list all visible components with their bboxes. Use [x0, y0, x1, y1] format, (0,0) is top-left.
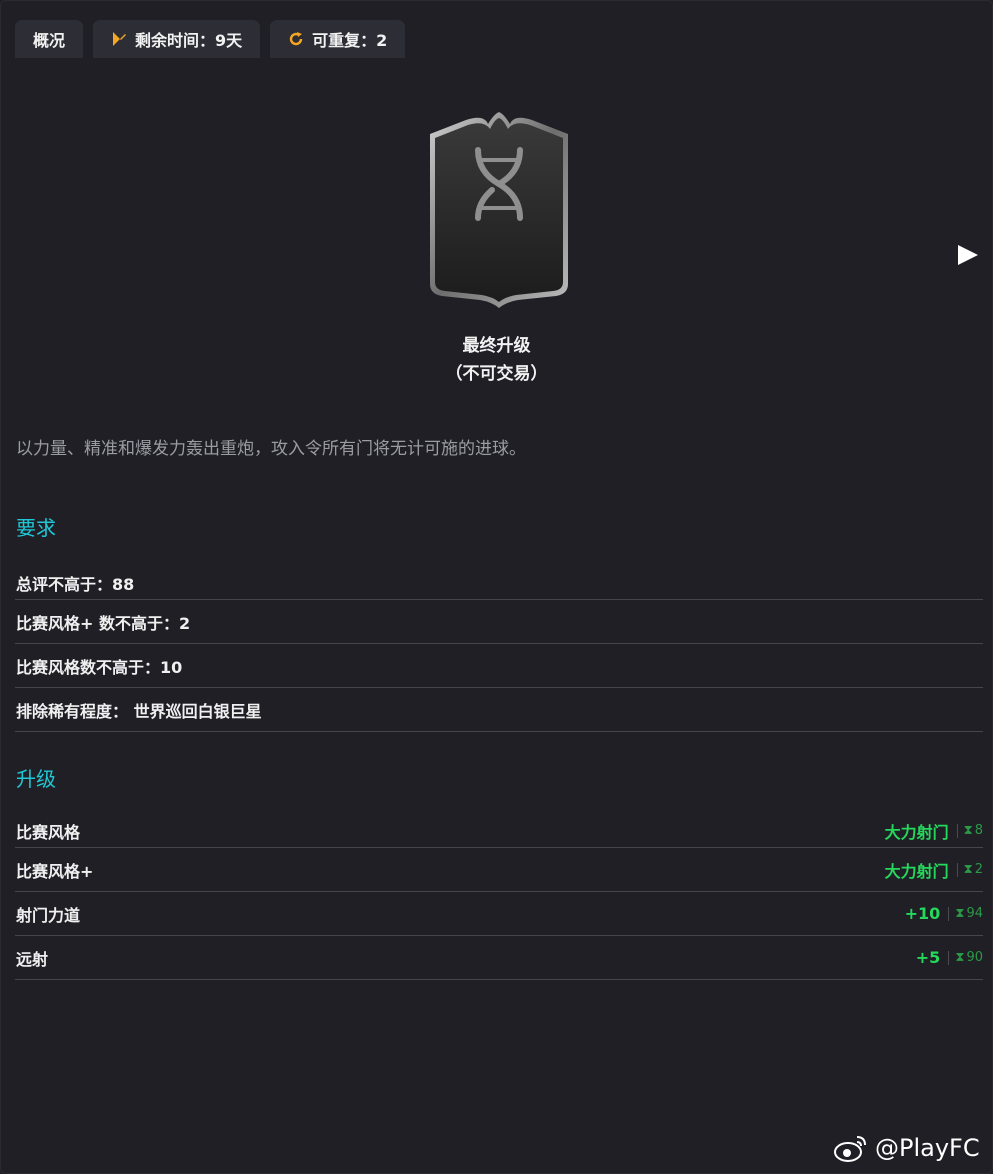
hourglass-icon: ⧗: [963, 862, 973, 877]
tab-repeatable[interactable]: 可重复：2: [270, 20, 406, 58]
upgrade-cap: 2: [974, 862, 983, 877]
pencil-flag-icon: [113, 32, 127, 46]
refresh-icon: [289, 32, 303, 46]
tab-overview[interactable]: 概况: [15, 20, 84, 58]
requirement-row: 排除稀有程度： 世界巡回白银巨星: [15, 688, 983, 732]
card-subtitle: （不可交易）: [445, 364, 548, 384]
upgrade-row: 远射 +5 ⧗ 90: [15, 936, 983, 980]
requirement-text: 总评不高于：88: [16, 574, 135, 594]
upgrade-label: 射门力道: [16, 905, 81, 925]
upgrade-value: +10: [904, 904, 941, 923]
requirement-text: 排除稀有程度： 世界巡回白银巨星: [16, 701, 262, 721]
requirement-row: 比赛风格+ 数不高于：2: [15, 600, 983, 644]
hourglass-icon: ⧗: [955, 906, 965, 921]
upgrade-row: 射门力道 +10 ⧗ 94: [15, 892, 983, 936]
upgrade-cap: 90: [966, 950, 983, 965]
tab-repeatable-label: 可重复：2: [312, 31, 388, 50]
upgrade-value: 大力射门: [884, 822, 949, 842]
requirements-list: 总评不高于：88 比赛风格+ 数不高于：2 比赛风格数不高于：10 排除稀有程度…: [15, 562, 983, 732]
upgrade-row: 比赛风格+ 大力射门 ⧗ 2: [15, 848, 983, 892]
upgrade-label: 比赛风格: [16, 822, 81, 842]
tab-bar: 概况 剩余时间：9天 可重复：2: [15, 20, 406, 58]
requirement-row: 比赛风格数不高于：10: [15, 644, 983, 688]
upgrade-label: 比赛风格+: [16, 861, 94, 881]
requirement-text: 比赛风格+ 数不高于：2: [16, 613, 191, 633]
card-title: 最终升级: [462, 336, 531, 356]
upgrade-value: +5: [915, 948, 941, 967]
requirements-heading: 要求: [16, 516, 56, 540]
upgrade-row: 比赛风格 大力射门 ⧗ 8: [15, 810, 983, 848]
weibo-icon: [834, 1136, 866, 1162]
next-arrow-icon[interactable]: [958, 245, 978, 265]
hourglass-icon: ⧗: [955, 950, 965, 965]
watermark-text: @PlayFC: [875, 1134, 980, 1162]
upgrade-value: 大力射门: [884, 861, 949, 881]
hourglass-icon: ⧗: [963, 823, 973, 838]
upgrade-label: 远射: [16, 949, 49, 969]
upgrade-cap: 8: [974, 823, 983, 838]
upgrades-heading: 升级: [16, 767, 56, 791]
upgrade-cap: 94: [966, 906, 983, 921]
tab-time-remaining-label: 剩余时间：9天: [135, 31, 243, 50]
requirement-text: 比赛风格数不高于：10: [16, 657, 183, 677]
upgrades-list: 比赛风格 大力射门 ⧗ 8 比赛风格+ 大力射门 ⧗ 2 射门力道 +10 ⧗ 94 远射 …: [15, 810, 983, 980]
tab-time-remaining[interactable]: 剩余时间：9天: [93, 20, 261, 58]
tab-overview-label: 概况: [33, 31, 66, 50]
evolution-description: 以力量、精准和爆发力轰出重炮，攻入令所有门将无计可施的进球。: [16, 439, 526, 459]
evolution-card-image: [430, 112, 568, 308]
watermark: @PlayFC: [833, 1133, 980, 1163]
requirement-row: 总评不高于：88: [15, 562, 983, 600]
